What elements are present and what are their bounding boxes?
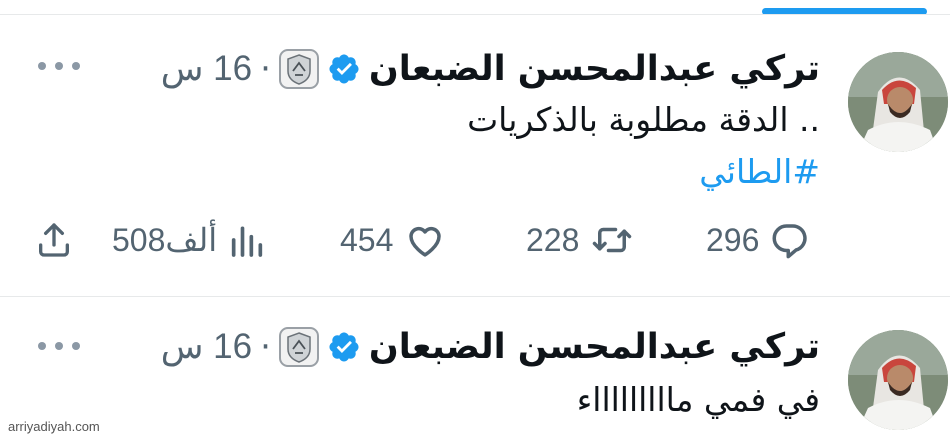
retweet-icon (593, 227, 632, 253)
views-bars-icon (231, 226, 263, 257)
share-button[interactable] (34, 218, 74, 262)
more-dots-icon[interactable] (38, 340, 80, 352)
heart-icon (409, 226, 442, 257)
tweet-header: تركي عبدالمحسن الضبعان · 16 س (161, 322, 820, 372)
top-divider (0, 14, 950, 15)
views-button[interactable]: 508ألف (112, 218, 267, 262)
avatar-photo-icon (848, 52, 948, 152)
tweet-text: .. الدقة مطلوبة بالذكريات (467, 100, 820, 139)
separator-dot: · (260, 327, 271, 367)
reply-button[interactable]: 296 (706, 218, 811, 262)
views-count: 508ألف (112, 222, 218, 258)
hashtag-link[interactable]: #الطائي (699, 152, 820, 192)
avatar[interactable] (848, 330, 948, 430)
like-count: 454 (340, 221, 394, 258)
club-affiliate-badge-icon[interactable] (278, 327, 319, 367)
verified-badge-icon[interactable] (327, 330, 361, 364)
share-upload-icon (39, 223, 70, 257)
timestamp[interactable]: 16 س (161, 327, 252, 367)
tweet-divider (0, 296, 950, 297)
display-name[interactable]: تركي عبدالمحسن الضبعان (369, 327, 820, 367)
like-button[interactable]: 454 (340, 218, 447, 262)
avatar[interactable] (848, 52, 948, 152)
timestamp[interactable]: 16 س (161, 49, 252, 89)
retweet-count: 228 (526, 221, 580, 258)
retweet-button[interactable]: 228 (526, 218, 635, 262)
verified-badge-icon[interactable] (327, 52, 361, 86)
reply-count: 296 (706, 221, 760, 258)
display-name[interactable]: تركي عبدالمحسن الضبعان (369, 49, 820, 89)
club-affiliate-badge-icon[interactable] (278, 49, 319, 89)
avatar-photo-icon (848, 330, 948, 430)
separator-dot: · (260, 49, 271, 89)
reply-bubble-icon (772, 224, 808, 259)
watermark: arriyadiyah.com (6, 419, 102, 434)
tweet-text: في فمي ماااااااااء (576, 380, 820, 419)
tweet-header: تركي عبدالمحسن الضبعان · 16 س (161, 44, 820, 94)
more-dots-icon[interactable] (38, 60, 80, 72)
